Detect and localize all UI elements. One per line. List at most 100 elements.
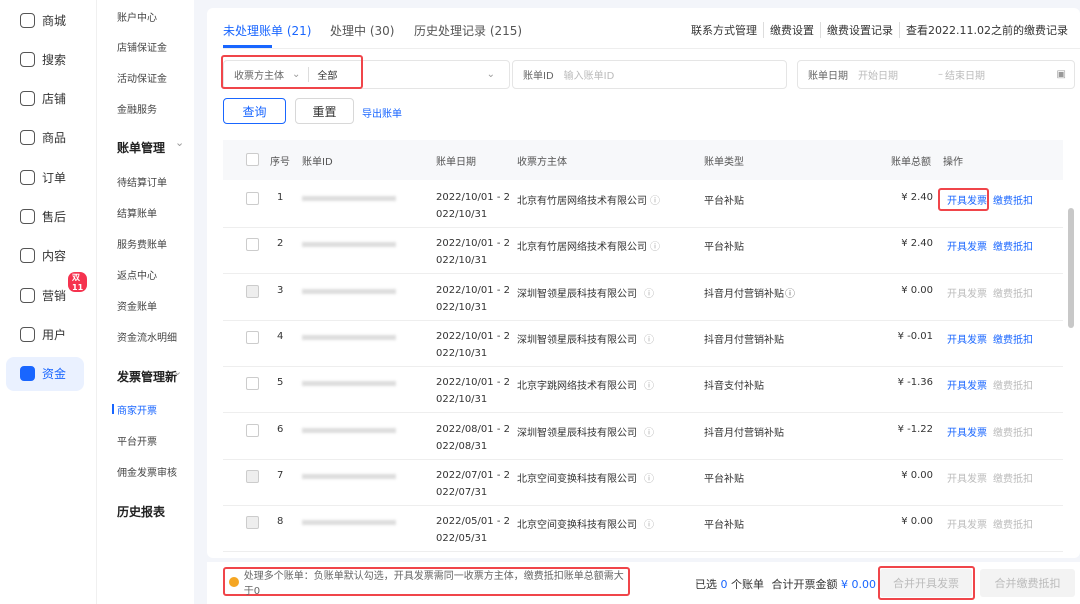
sidebar-item-9[interactable]: 资金 [6, 356, 84, 391]
sidebar-item-2[interactable]: 店铺 [6, 82, 84, 116]
col-total: 账单总额 [891, 156, 931, 168]
sidebar-item-3[interactable]: 商品 [6, 121, 84, 155]
date-range-picker[interactable]: 账单日期 开始日期 – 结束日期 ▣ [797, 60, 1075, 89]
info-icon[interactable]: ⓘ [644, 285, 654, 300]
row-checkbox[interactable] [246, 516, 259, 530]
issue-invoice-link[interactable]: 开具发票 [947, 238, 987, 253]
merge-deduct-button[interactable]: 合并缴费抵扣 [980, 569, 1075, 597]
subnav-item-11[interactable]: 发票管理新 [117, 368, 177, 385]
entity-name: 北京空间变换科技有限公司 [517, 473, 637, 485]
subnav-item-7[interactable]: 服务费账单 [117, 236, 167, 251]
reset-button[interactable]: 重置 [295, 98, 354, 124]
subnav-item-4[interactable]: 账单管理 [117, 139, 165, 156]
table-row: 8 2022/05/01 - 2 022/05/31 北京空间变换科技有限公司 … [223, 506, 1063, 553]
subnav-item-10[interactable]: 资金流水明细 [117, 329, 177, 344]
issue-invoice-link[interactable]: 开具发票 [947, 285, 987, 300]
subnav-item-14[interactable]: 佣金发票审核 [117, 464, 177, 479]
issue-invoice-link[interactable]: 开具发票 [947, 516, 987, 531]
info-icon[interactable]: ⓘ [644, 377, 654, 392]
payment-deduct-link[interactable]: 缴费抵扣 [993, 470, 1033, 485]
search-icon [20, 51, 35, 67]
subnav-item-15[interactable]: 历史报表 [117, 503, 165, 520]
sidebar-item-7[interactable]: 营销 双11 [6, 272, 88, 312]
row-checkbox[interactable] [246, 469, 259, 483]
secondary-sidebar: 账户中心店铺保证金活动保证金金融服务账单管理 ⌄ 待结算订单结算账单服务费账单返点中… [96, 0, 194, 604]
subnav-item-2[interactable]: 活动保证金 [117, 70, 167, 85]
row-checkbox[interactable] [246, 377, 259, 391]
scrollbar[interactable] [1067, 188, 1075, 548]
payment-deduct-link[interactable]: 缴费抵扣 [993, 516, 1033, 531]
issue-invoice-link[interactable]: 开具发票 [947, 331, 987, 346]
bill-id-redacted [302, 288, 396, 294]
subnav-item-12[interactable]: 商家开票 [112, 402, 157, 417]
query-button[interactable]: 查询 [223, 98, 286, 124]
divider [223, 48, 1080, 49]
old-payment-records-link[interactable]: 查看2022.11.02之前的缴费记录 [899, 22, 1074, 38]
date-start-placeholder: 开始日期 [858, 71, 898, 82]
date-end-placeholder: 结束日期 [945, 71, 985, 82]
info-icon[interactable]: ⓘ [644, 331, 654, 346]
sidebar-item-label: 店铺 [42, 92, 67, 107]
tab-history[interactable]: 历史处理记录 (215) [414, 22, 522, 39]
row-number: 5 [277, 377, 284, 389]
row-number: 3 [277, 284, 284, 296]
tab-unprocessed[interactable]: 未处理账单 (21) [223, 22, 311, 39]
tip-box: 处理多个账单：负账单默认勾选，开具发票需同一收票方主体，缴费抵扣账单总额需大于0 [223, 567, 630, 597]
bill-type: 平台补贴 [704, 473, 744, 485]
payment-deduct-link[interactable]: 缴费抵扣 [993, 424, 1033, 439]
issue-invoice-link[interactable]: 开具发票 [947, 470, 987, 485]
info-icon[interactable]: ⓘ [644, 424, 654, 439]
subnav-item-1[interactable]: 店铺保证金 [117, 39, 167, 54]
sidebar-item-1[interactable]: 搜索 [6, 42, 84, 76]
table-row: 7 2022/07/01 - 2 022/07/31 北京空间变换科技有限公司 … [223, 460, 1063, 506]
subnav-item-9[interactable]: 资金账单 [117, 298, 157, 313]
sidebar-item-8[interactable]: 用户 [6, 317, 84, 351]
bill-id-placeholder: 输入账单ID [563, 71, 615, 82]
payment-deduct-link[interactable]: 缴费抵扣 [993, 238, 1033, 253]
select-all-checkbox[interactable] [246, 153, 259, 166]
row-checkbox[interactable] [246, 423, 259, 437]
payment-settings-link[interactable]: 缴费设置 [763, 22, 820, 38]
payment-deduct-link[interactable]: 缴费抵扣 [993, 285, 1033, 300]
payment-deduct-link[interactable]: 缴费抵扣 [993, 377, 1033, 392]
promo-badge: 双11 [68, 272, 88, 293]
subnav-item-3[interactable]: 金融服务 [117, 101, 157, 116]
row-checkbox[interactable] [246, 330, 259, 344]
subnav-item-6[interactable]: 结算账单 [117, 205, 157, 220]
sidebar-item-4[interactable]: 订单 [6, 160, 84, 194]
subnav-item-13[interactable]: 平台开票 [117, 433, 157, 448]
row-checkbox[interactable] [246, 238, 259, 252]
info-icon[interactable]: ⓘ [650, 192, 660, 207]
sidebar-item-6[interactable]: 内容 [6, 239, 84, 273]
export-link[interactable]: 导出账单 [362, 105, 402, 120]
issue-invoice-link[interactable]: 开具发票 [947, 424, 987, 439]
subnav-item-5[interactable]: 待结算订单 [117, 174, 167, 189]
bill-id-redacted [302, 520, 396, 526]
row-checkbox[interactable] [246, 192, 259, 205]
payment-deduct-link[interactable]: 缴费抵扣 [993, 192, 1033, 207]
subnav-item-0[interactable]: 账户中心 [117, 9, 157, 24]
tab-processing[interactable]: 处理中 (30) [330, 22, 394, 39]
info-icon[interactable]: ⓘ [644, 470, 654, 485]
chevron-down-icon[interactable]: ⌄ [173, 365, 182, 378]
help-icon[interactable]: ⓘ [785, 285, 795, 300]
payment-settings-record-link[interactable]: 缴费设置记录 [820, 22, 899, 38]
info-icon[interactable]: ⓘ [644, 516, 654, 531]
bill-amount: ¥ 2.40 [901, 192, 933, 203]
sidebar-item-0[interactable]: 商城 [6, 3, 84, 37]
table-row: 3 2022/10/01 - 2 022/10/31 深圳智领星辰科技有限公司 … [223, 275, 1063, 321]
sidebar-item-5[interactable]: 售后 [6, 200, 84, 234]
after-sale-icon [20, 209, 35, 224]
info-icon[interactable]: ⓘ [650, 238, 660, 253]
bill-id-redacted [302, 381, 396, 387]
order-icon [20, 169, 35, 185]
row-checkbox[interactable] [246, 284, 259, 298]
chevron-down-icon[interactable]: ⌄ [175, 136, 184, 149]
subnav-item-8[interactable]: 返点中心 [117, 267, 157, 282]
scrollbar-thumb[interactable] [1068, 208, 1074, 328]
payment-deduct-link[interactable]: 缴费抵扣 [993, 331, 1033, 346]
issue-invoice-link[interactable]: 开具发票 [947, 377, 987, 392]
sidebar-item-label: 资金 [42, 367, 67, 382]
contact-management-link[interactable]: 联系方式管理 [685, 22, 763, 38]
bill-id-input[interactable]: 账单ID 输入账单ID [512, 60, 787, 89]
